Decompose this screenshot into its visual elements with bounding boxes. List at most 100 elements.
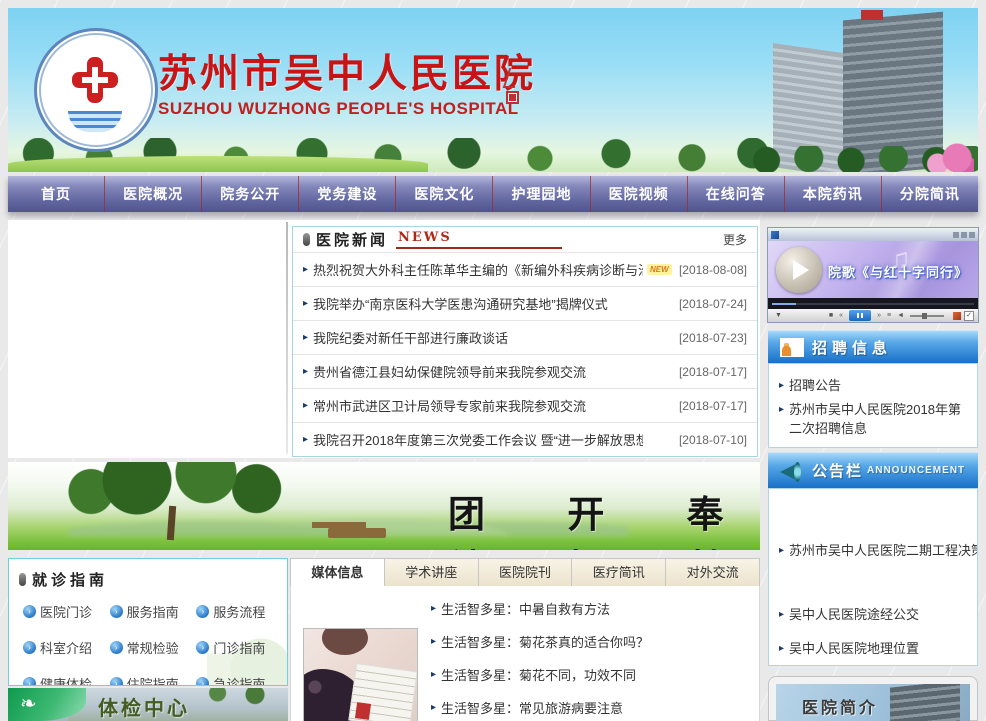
nav-item-culture[interactable]: 医院文化 — [396, 176, 493, 212]
orb-arrow-icon — [23, 605, 36, 618]
news-item[interactable]: 我院召开2018年度第三次党委工作会议 暨“进一步解放思想 [2018-07-1… — [293, 423, 757, 456]
flower-graphic — [918, 132, 974, 172]
new-badge: NEW — [647, 264, 672, 275]
player-controls: ▼ ■ « » ≡ ◄ ✓ — [768, 309, 978, 322]
seek-bar[interactable] — [768, 298, 978, 309]
play-button[interactable] — [776, 247, 822, 293]
article-photo — [303, 628, 418, 721]
stop-icon[interactable]: ■ — [829, 312, 833, 319]
guide-link-inpatient[interactable]: 住院指南 — [110, 674, 197, 686]
guide-link-outpatient-guide[interactable]: 门诊指南 — [196, 638, 283, 657]
record-icon[interactable] — [953, 312, 961, 320]
article-item[interactable]: 生活智多星：菊花茶真的适合你吗？ — [431, 631, 649, 651]
nav-item-party[interactable]: 党务建设 — [299, 176, 396, 212]
news-section: 医院新闻 NEWS 更多 热烈祝贺大外科主任陈革华主编的《新编外科疾病诊断与治 … — [292, 226, 758, 457]
nav-item-affairs[interactable]: 院务公开 — [202, 176, 299, 212]
announcement-header: 公告栏 ANNOUNCEMENT — [768, 452, 978, 488]
bullet-arrow-icon — [303, 332, 308, 343]
orb-arrow-icon — [196, 641, 209, 654]
announcement-list: 苏州市吴中人民医院二期工程决策事 吴中人民医院途经公交 吴中人民医院地理位置 — [768, 488, 978, 666]
hospital-intro-card[interactable]: 医院简介 — [768, 676, 978, 721]
announcement-subtitle: ANNOUNCEMENT — [867, 465, 965, 476]
bullet-arrow-icon — [431, 636, 436, 647]
player-logo-icon — [771, 231, 779, 239]
hospital-homepage: 苏州市吴中人民医院 SUZHOU WUZHONG PEOPLE'S HOSPIT… — [0, 0, 986, 721]
volume-slider[interactable] — [910, 315, 944, 317]
news-more-link[interactable]: 更多 — [723, 231, 747, 248]
maximize-icon[interactable] — [961, 232, 967, 238]
orb-arrow-icon — [196, 677, 209, 686]
nav-item-nursing[interactable]: 护理园地 — [493, 176, 590, 212]
pause-button[interactable] — [849, 310, 871, 321]
nav-item-qa[interactable]: 在线问答 — [688, 176, 785, 212]
tab-briefs[interactable]: 医疗简讯 — [571, 558, 666, 587]
tab-exchange[interactable]: 对外交流 — [665, 558, 760, 587]
checkup-center-label: 体检中心 — [98, 692, 190, 721]
close-icon[interactable] — [969, 232, 975, 238]
tab-lectures[interactable]: 学术讲座 — [384, 558, 479, 587]
orb-arrow-icon — [110, 641, 123, 654]
guide-link-tests[interactable]: 常规检验 — [110, 638, 197, 657]
tab-journal[interactable]: 医院院刊 — [478, 558, 573, 587]
settings-check-icon[interactable]: ✓ — [964, 311, 974, 321]
minimize-icon[interactable] — [953, 232, 959, 238]
guide-link-emergency[interactable]: 急诊指南 — [196, 674, 283, 686]
media-tabs: 媒体信息 学术讲座 医院院刊 医疗简讯 对外交流 — [290, 558, 760, 587]
announcement-title: 公告栏 — [812, 460, 863, 481]
player-screen: 院歌《与红十字同行》 — [768, 241, 978, 298]
announcement-item[interactable]: 苏州市吴中人民医院二期工程决策事 — [779, 541, 977, 560]
news-item[interactable]: 热烈祝贺大外科主任陈革华主编的《新编外科疾病诊断与治 NEW [2018-08-… — [293, 253, 757, 287]
recruitment-item[interactable]: 招聘公告 — [779, 376, 841, 395]
seek-progress — [772, 303, 796, 305]
bullet-arrow-icon — [303, 264, 308, 275]
news-item[interactable]: 我院纪委对新任干部进行廉政谈话 [2018-07-23] — [293, 321, 757, 355]
volume-icon[interactable]: ◄ — [897, 312, 904, 319]
news-item[interactable]: 我院举办“南京医科大学医患沟通研究基地”揭牌仪式 [2018-07-24] — [293, 287, 757, 321]
header-banner: 苏州市吴中人民医院 SUZHOU WUZHONG PEOPLE'S HOSPIT… — [8, 8, 978, 172]
tab-media-info[interactable]: 媒体信息 — [290, 558, 385, 587]
news-item[interactable]: 常州市武进区卫计局领导专家前来我院参观交流 [2018-07-17] — [293, 389, 757, 423]
nav-item-pharmacy[interactable]: 本院药讯 — [785, 176, 882, 212]
bullet-arrow-icon — [303, 434, 308, 445]
bullet-arrow-icon — [303, 366, 308, 377]
article-item[interactable]: 生活智多星：常见旅游病要注意 — [431, 697, 623, 717]
article-item[interactable]: 生活智多星：中暑自救有方法 — [431, 598, 610, 618]
orb-arrow-icon — [110, 605, 123, 618]
article-item[interactable]: 生活智多星：菊花不同，功效不同 — [431, 664, 636, 684]
guide-title: 就诊指南 — [32, 569, 108, 590]
intro-title: 医院简介 — [802, 694, 878, 718]
guide-link-departments[interactable]: 科室介绍 — [23, 638, 110, 657]
slogan-banner: 团结 开拓 奉献 — [8, 462, 760, 550]
news-title: 医院新闻 — [316, 229, 388, 250]
nav-item-branch[interactable]: 分院简讯 — [882, 176, 978, 212]
bullet-arrow-icon — [779, 376, 784, 395]
main-nav: 首页 医院概况 院务公开 党务建设 医院文化 护理园地 医院视频 在线问答 本院… — [8, 176, 978, 212]
hospital-logo — [34, 28, 158, 152]
news-subtitle: NEWS — [396, 230, 562, 249]
announcement-item[interactable]: 吴中人民医院途经公交 — [779, 605, 919, 624]
nav-item-overview[interactable]: 医院概况 — [105, 176, 202, 212]
recruitment-list: 招聘公告 苏州市吴中人民医院2018年第二次招聘信息 — [768, 363, 978, 448]
news-item[interactable]: 贵州省德江县妇幼保健院领导前来我院参观交流 [2018-07-17] — [293, 355, 757, 389]
checkup-center-banner[interactable]: 体检中心 — [8, 688, 288, 721]
intro-building-image: 医院简介 — [776, 684, 970, 721]
announcement-item[interactable]: 吴中人民医院地理位置 — [779, 639, 919, 658]
guide-link-service-flow[interactable]: 服务流程 — [196, 602, 283, 621]
tree-graphic — [68, 462, 298, 516]
guide-link-service-guide[interactable]: 服务指南 — [110, 602, 197, 621]
previous-icon[interactable]: « — [839, 312, 843, 319]
bullet-arrow-icon — [779, 400, 784, 438]
bullet-arrow-icon — [431, 702, 436, 713]
bench-graphic — [328, 528, 386, 538]
nav-item-video[interactable]: 医院视频 — [591, 176, 688, 212]
next-icon[interactable]: » — [877, 312, 881, 319]
menu-dropdown-icon[interactable]: ▼ — [775, 312, 782, 319]
guide-link-outpatient[interactable]: 医院门诊 — [23, 602, 110, 621]
recruitment-item[interactable]: 苏州市吴中人民医院2018年第二次招聘信息 — [779, 400, 971, 438]
leaf-swirl-icon — [20, 692, 46, 716]
orb-arrow-icon — [23, 677, 36, 686]
playlist-icon[interactable]: ≡ — [887, 312, 891, 319]
guide-link-checkup[interactable]: 健康体检 — [23, 674, 110, 686]
bullet-arrow-icon — [779, 639, 784, 658]
nav-item-home[interactable]: 首页 — [8, 176, 105, 212]
